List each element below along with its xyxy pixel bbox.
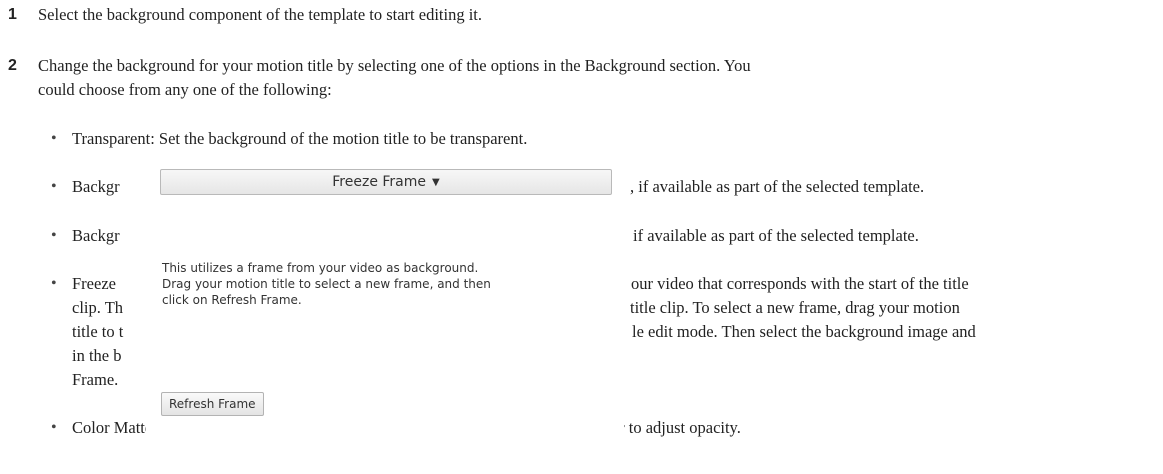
bullet-freeze-line3-suffix: le edit mode. Then select the background… xyxy=(632,322,976,341)
step-number-2: 2 xyxy=(8,57,17,74)
freeze-frame-description: This utilizes a frame from your video as… xyxy=(162,260,532,308)
dropdown-label: Freeze Frame xyxy=(332,174,427,190)
bullet-background-b-suffix: if available as part of the selected tem… xyxy=(633,226,919,245)
bullet-icon: • xyxy=(51,275,57,292)
bullet-freeze-line1-suffix: our video that corresponds with the star… xyxy=(631,274,969,293)
bullet-freeze-line2-suffix: title clip. To select a new frame, drag … xyxy=(630,298,960,317)
bullet-freeze-line1-prefix: Freeze xyxy=(72,274,116,293)
bullet-background-b-prefix: Backgr xyxy=(72,226,120,245)
bullet-freeze-line3-prefix: title to t xyxy=(72,322,124,341)
bullet-icon: • xyxy=(51,227,57,244)
dropdown-arrow-icon: ▼ xyxy=(432,177,440,188)
freeze-frame-panel: Freeze Frame ▼ This utilizes a frame from… xyxy=(146,160,624,438)
bullet-freeze-line4-prefix: in the b xyxy=(72,346,122,365)
bullet-icon: • xyxy=(51,178,57,195)
bullet-background-a-prefix: Backgr xyxy=(72,177,120,196)
step-1-text: Select the background component of the t… xyxy=(38,5,483,24)
document-page: 1 Select the background component of the… xyxy=(0,0,1163,474)
refresh-frame-button[interactable]: Refresh Frame xyxy=(161,392,264,416)
bullet-icon: • xyxy=(51,130,57,147)
description-line: This utilizes a frame from your video as… xyxy=(162,261,479,275)
bullet-freeze-line2-prefix: clip. Th xyxy=(72,298,124,317)
bullet-background-a-suffix: , if available as part of the selected t… xyxy=(630,177,925,196)
step-number-1: 1 xyxy=(8,6,17,23)
step-2-text-line1: Change the background for your motion ti… xyxy=(38,56,751,75)
background-type-dropdown[interactable]: Freeze Frame ▼ xyxy=(160,169,612,195)
bullet-icon: • xyxy=(51,419,57,436)
bullet-freeze-line5: Frame. xyxy=(72,370,119,389)
description-line: click on Refresh Frame. xyxy=(162,293,302,307)
bullet-transparent-text: Transparent: Set the background of the m… xyxy=(72,129,528,148)
description-line: Drag your motion title to select a new f… xyxy=(162,277,491,291)
step-2-text-line2: could choose from any one of the followi… xyxy=(38,80,332,99)
